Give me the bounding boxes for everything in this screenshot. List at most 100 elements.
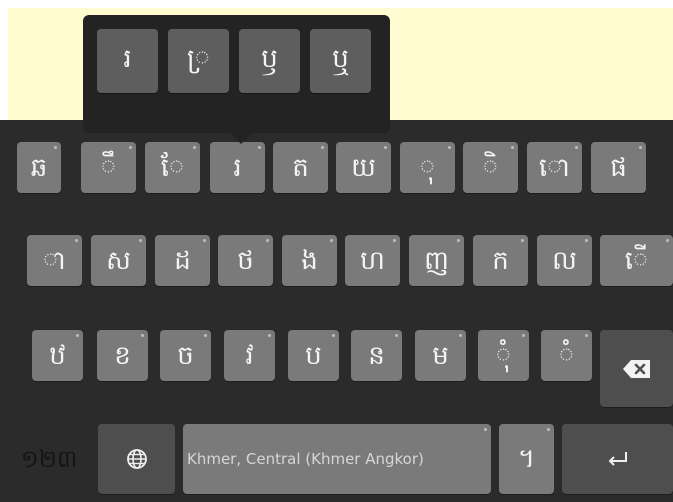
hint-dot [639, 146, 642, 149]
key-label: ស [106, 245, 131, 276]
key-label: ិ [482, 152, 499, 183]
key-label: ុ [419, 152, 436, 183]
key-2-6[interactable]: ហ [345, 235, 400, 286]
key-label: វ [245, 340, 254, 371]
key-1-8[interactable]: ិ [463, 142, 518, 193]
enter-icon [605, 449, 631, 469]
key-2-1[interactable]: ា [27, 235, 82, 286]
backspace-icon [622, 359, 652, 379]
hint-dot [76, 334, 79, 337]
key-2-7[interactable]: ញ [409, 235, 464, 286]
hint-dot [139, 239, 142, 242]
hint-dot [522, 334, 525, 337]
key-2-10[interactable]: ើ [600, 235, 673, 286]
key-2-8[interactable]: ក [473, 235, 528, 286]
key-label: ថ [237, 245, 254, 276]
key-1-6[interactable]: យ [336, 142, 391, 193]
key-1-5[interactable]: ត [273, 142, 328, 193]
space-bar[interactable]: Khmer, Central (Khmer Angkor) [183, 424, 491, 494]
hint-dot [204, 334, 207, 337]
key-label: ល [552, 245, 577, 276]
hint-dot [547, 428, 550, 431]
key-label: ។ [517, 444, 536, 474]
key-3-5[interactable]: ប [288, 330, 339, 381]
number-switch-key[interactable]: ១២៣ [8, 424, 90, 494]
key-label: ញ [424, 245, 449, 276]
key-label: ្រ [187, 44, 210, 74]
hint-dot [258, 146, 261, 149]
key-label: ឫ [261, 44, 278, 74]
key-label: ន [368, 340, 385, 371]
hint-dot [384, 146, 387, 149]
language-switch-key[interactable] [98, 424, 175, 494]
key-1-10[interactable]: ផ [591, 142, 646, 193]
hint-dot [193, 146, 196, 149]
key-1-2[interactable]: ឹ [81, 142, 136, 193]
key-1-4-pressed[interactable]: រ [210, 142, 265, 193]
hint-dot [585, 239, 588, 242]
key-label: ោ [538, 152, 571, 183]
key-label: ក [492, 245, 509, 276]
popup-key-4[interactable]: ឬ [310, 29, 371, 93]
hint-dot [395, 334, 398, 337]
hint-dot [54, 146, 57, 149]
popup-pointer [229, 132, 253, 144]
key-3-6[interactable]: ន [351, 330, 402, 381]
hint-dot [75, 239, 78, 242]
popup-key-2[interactable]: ្រ [168, 29, 229, 93]
hint-dot [448, 146, 451, 149]
long-press-popup: រ ្រ ឫ ឬ [83, 15, 390, 133]
key-label: ប [305, 340, 322, 371]
key-3-2[interactable]: ខ [97, 330, 148, 381]
key-label: ត [292, 152, 309, 183]
key-label: ឆ [30, 152, 48, 183]
key-label: ឬ [332, 44, 349, 74]
key-2-2[interactable]: ស [91, 235, 146, 286]
khmer-punctuation-key[interactable]: ។ [499, 424, 554, 494]
key-2-3[interactable]: ដ [155, 235, 210, 286]
key-label: ង [301, 245, 318, 276]
enter-key[interactable] [562, 424, 673, 494]
hint-dot [266, 239, 269, 242]
hint-dot [511, 146, 514, 149]
hint-dot [203, 239, 206, 242]
key-3-7[interactable]: ម [415, 330, 466, 381]
hint-dot [521, 239, 524, 242]
key-label: ើ [624, 245, 649, 276]
key-1-1[interactable]: ឆ [17, 142, 61, 193]
key-label: ំ [558, 340, 575, 371]
key-1-9[interactable]: ោ [527, 142, 582, 193]
key-label: ុំ [495, 340, 512, 371]
key-label: ា [43, 245, 66, 276]
hint-dot [141, 334, 144, 337]
key-3-4[interactable]: វ [224, 330, 275, 381]
key-1-3[interactable]: ែ [145, 142, 200, 193]
key-label: ខ [114, 340, 131, 371]
hint-dot [129, 146, 132, 149]
soft-keyboard: ឆ ឹ ែ រ ត យ ុ ិ ោ ផ ា ស ដ ថ ង ហ ញ ក ល ើ … [0, 120, 673, 502]
key-label: ផ [610, 152, 627, 183]
key-label: ម [432, 340, 449, 371]
key-label: ១២៣ [20, 445, 78, 473]
key-2-9[interactable]: ល [537, 235, 592, 286]
hint-dot [332, 334, 335, 337]
key-label: ែ [160, 152, 185, 183]
key-3-3[interactable]: ច [160, 330, 211, 381]
key-label: រ [233, 152, 242, 183]
key-label: ហ [360, 245, 385, 276]
hint-dot [575, 146, 578, 149]
key-2-4[interactable]: ថ [218, 235, 273, 286]
key-3-8[interactable]: ុំ [478, 330, 529, 381]
hint-dot [585, 334, 588, 337]
popup-key-1[interactable]: រ [97, 29, 158, 93]
key-3-1[interactable]: ឋ [32, 330, 83, 381]
backspace-key[interactable] [600, 330, 673, 407]
hint-dot [393, 239, 396, 242]
hint-dot [268, 334, 271, 337]
key-2-5[interactable]: ង [282, 235, 337, 286]
key-label: ដ [174, 245, 191, 276]
popup-key-3[interactable]: ឫ [239, 29, 300, 93]
key-1-7[interactable]: ុ [400, 142, 455, 193]
space-bar-label: Khmer, Central (Khmer Angkor) [187, 449, 424, 468]
key-3-9[interactable]: ំ [541, 330, 592, 381]
